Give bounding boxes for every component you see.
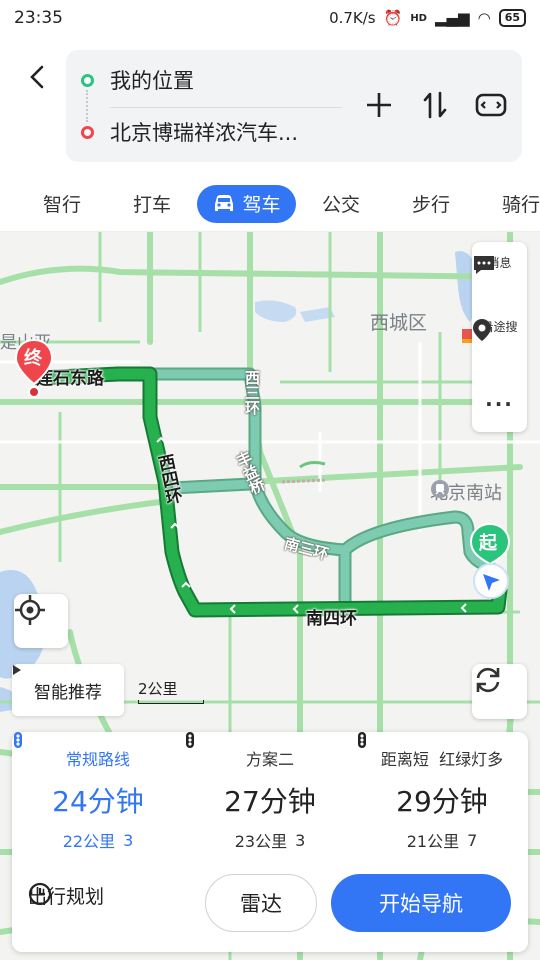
along-route-search-button[interactable]: 沿途搜 bbox=[472, 318, 527, 341]
plan-option-1[interactable]: 常规路线 24分钟 22公里 3 bbox=[12, 732, 184, 852]
clock-icon bbox=[28, 882, 52, 906]
network-speed: 0.7K/s bbox=[329, 9, 376, 27]
poi-label[interactable]: 北京南站 bbox=[430, 479, 502, 505]
plan-1-meta: 22公里 3 bbox=[14, 732, 134, 852]
start-navigation-button[interactable]: 开始导航 bbox=[331, 874, 511, 932]
plan-2-meta: 23公里 3 bbox=[186, 732, 306, 852]
swap-route-button[interactable] bbox=[418, 88, 452, 122]
message-button[interactable]: 消息 bbox=[472, 254, 527, 274]
alarm-icon: ⏰ bbox=[383, 9, 403, 27]
status-icons: 0.7K/s ⏰ HD ▂▄▆ ◠ 65 bbox=[329, 9, 526, 27]
back-arrow-icon bbox=[30, 65, 44, 89]
plan-1-time: 24分钟 bbox=[52, 785, 144, 818]
plan-3-name: 距离短 红绿灯多 bbox=[380, 750, 504, 769]
wifi-icon: ◠ bbox=[477, 9, 491, 27]
car-icon bbox=[215, 194, 234, 211]
plus-icon bbox=[367, 93, 391, 117]
tab-smart[interactable]: 智行 bbox=[17, 185, 107, 223]
route-actions bbox=[362, 88, 508, 122]
origin-pin-label: 起 bbox=[479, 533, 497, 554]
origin-field[interactable]: 我的位置 bbox=[110, 65, 194, 95]
tab-transit[interactable]: 公交 bbox=[296, 185, 386, 223]
plan-1-name: 常规路线 bbox=[65, 750, 130, 769]
road-label-west3: 西三环 bbox=[243, 370, 261, 415]
plan-3-lights: 7 bbox=[467, 830, 478, 850]
navigation-arrow-icon bbox=[473, 563, 509, 599]
back-button[interactable] bbox=[20, 60, 54, 94]
trip-plan-button[interactable]: 出行规划 bbox=[28, 882, 104, 909]
tab-taxi[interactable]: 打车 bbox=[107, 185, 197, 223]
plan-1-distance: 22公里 bbox=[62, 832, 116, 851]
plan-2-distance: 23公里 bbox=[234, 832, 288, 851]
destination-row[interactable]: 北京博瑞祥浓汽车... bbox=[66, 107, 356, 157]
map-view[interactable]: 西城区 是山亚 北京南站 莲石东路 西四环 南四环 西三环 南三环 丰益桥 终 … bbox=[0, 232, 540, 960]
plan-2-time: 27分钟 bbox=[224, 785, 316, 818]
district-label: 西城区 bbox=[370, 312, 428, 334]
traffic-light-icon: 7 bbox=[358, 732, 478, 850]
toggle-options-icon bbox=[475, 93, 507, 117]
plan-1-lights: 3 bbox=[123, 830, 134, 850]
plan-3-distance: 21公里 bbox=[406, 832, 460, 851]
tab-drive-label: 驾车 bbox=[242, 194, 281, 216]
transport-tabs: 智行 打车 驾车 公交 步行 骑行 bbox=[0, 176, 540, 232]
swap-icon bbox=[423, 91, 447, 119]
destination-dot-icon bbox=[81, 125, 94, 139]
road-label-south4: 南四环 bbox=[306, 609, 357, 629]
smart-recommend-button[interactable]: 智能推荐 bbox=[12, 664, 124, 716]
plan-3-meta: 21公里 7 bbox=[358, 732, 478, 852]
radar-button[interactable]: 雷达 bbox=[205, 874, 317, 932]
traffic-light-icon: 3 bbox=[14, 732, 134, 850]
tab-walk[interactable]: 步行 bbox=[386, 185, 476, 223]
destination-pin-label: 终 bbox=[24, 348, 42, 369]
more-button[interactable]: ··· bbox=[472, 392, 527, 416]
map-side-panel: 消息 沿途搜 ··· bbox=[472, 242, 527, 432]
smart-recommend-label: 智能推荐 bbox=[34, 682, 102, 703]
triangle-right-icon bbox=[13, 665, 21, 675]
refresh-icon bbox=[476, 667, 500, 693]
refresh-route-button[interactable] bbox=[472, 664, 527, 719]
plan-2-lights: 3 bbox=[295, 830, 306, 850]
map-scale-label: 2公里 bbox=[138, 680, 178, 698]
origin-row[interactable]: 我的位置 bbox=[66, 55, 356, 105]
plan-3-time: 29分钟 bbox=[396, 785, 488, 818]
network-type: HD bbox=[410, 12, 427, 24]
route-header: 我的位置 北京博瑞祥浓汽车... bbox=[0, 36, 540, 176]
route-input-box: 我的位置 北京博瑞祥浓汽车... bbox=[66, 50, 522, 162]
more-options-button[interactable] bbox=[474, 88, 508, 122]
train-station-icon bbox=[431, 480, 449, 498]
locate-button[interactable] bbox=[14, 594, 68, 648]
add-waypoint-button[interactable] bbox=[362, 88, 396, 122]
route-plans-card: 常规路线 24分钟 22公里 3 方案二 27分钟 23公里 3 距离短 红绿灯… bbox=[12, 732, 528, 952]
status-bar: 23:35 0.7K/s ⏰ HD ▂▄▆ ◠ 65 bbox=[0, 0, 540, 36]
battery-icon: 65 bbox=[498, 9, 526, 27]
locate-icon bbox=[15, 595, 45, 625]
destination-field[interactable]: 北京博瑞祥浓汽车... bbox=[110, 117, 298, 147]
location-pin-icon bbox=[473, 319, 491, 341]
traffic-light-icon: 3 bbox=[186, 732, 306, 850]
plan-option-3[interactable]: 距离短 红绿灯多 29分钟 21公里 7 bbox=[356, 732, 528, 852]
origin-dot-icon bbox=[81, 73, 94, 87]
tab-drive[interactable]: 驾车 bbox=[197, 184, 296, 223]
map-scale-bar bbox=[138, 700, 204, 704]
message-icon bbox=[474, 256, 494, 274]
signal-icon: ▂▄▆ bbox=[434, 9, 470, 27]
plan-option-2[interactable]: 方案二 27分钟 23公里 3 bbox=[184, 732, 356, 852]
more-dots-icon: ··· bbox=[485, 392, 514, 416]
tab-bike[interactable]: 骑行 bbox=[476, 185, 540, 223]
status-time: 23:35 bbox=[14, 8, 63, 28]
plan-2-name: 方案二 bbox=[245, 750, 294, 769]
